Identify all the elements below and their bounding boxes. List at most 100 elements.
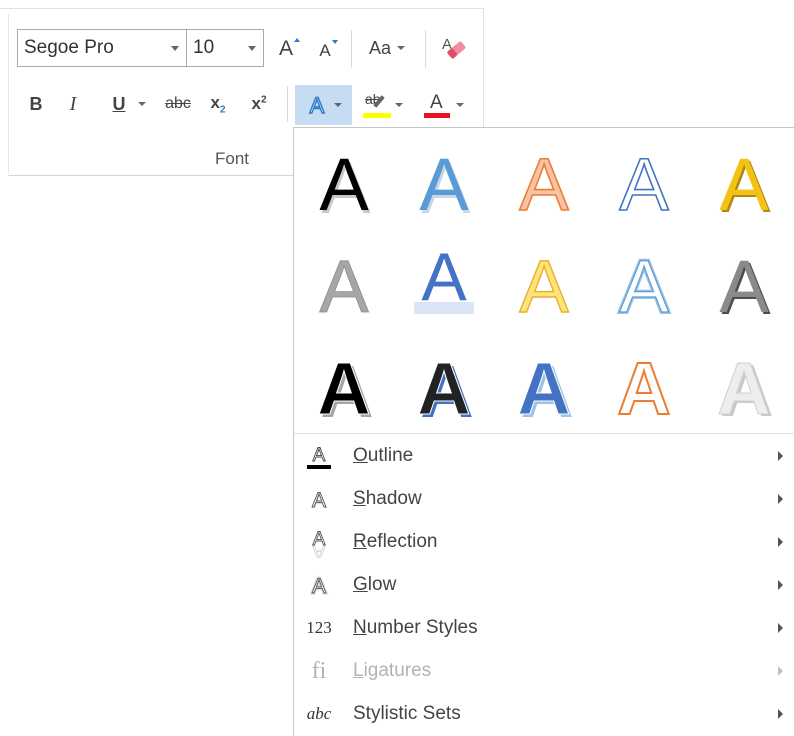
effect-style-1[interactable]: A A bbox=[294, 128, 394, 230]
preview-letter: A bbox=[317, 347, 370, 430]
svg-text:A: A bbox=[313, 445, 326, 466]
menu-item-stylistic-sets[interactable]: abc Stylistic Sets bbox=[294, 693, 794, 736]
font-size-combobox[interactable]: 10 bbox=[186, 29, 264, 67]
preview-letter: A bbox=[319, 143, 369, 226]
change-case-button[interactable]: Aa bbox=[358, 30, 416, 66]
effect-style-8[interactable]: A bbox=[494, 230, 594, 332]
text-effects-icon: A bbox=[309, 92, 325, 118]
menu-item-glow[interactable]: A A Glow bbox=[294, 564, 794, 607]
effect-style-3[interactable]: A bbox=[494, 128, 594, 230]
ribbon-divider bbox=[8, 14, 9, 174]
stylistic-sets-icon: abc bbox=[302, 699, 336, 729]
superscript-button[interactable]: x2 bbox=[243, 88, 275, 120]
italic-button[interactable]: I bbox=[60, 88, 86, 120]
text-effects-dropdown: A A A A A A A A A A A A A A A A A A A A … bbox=[293, 127, 794, 736]
text-effects-letter: A bbox=[310, 93, 325, 118]
access-key: L bbox=[353, 660, 364, 681]
effect-style-12[interactable]: A A bbox=[394, 332, 494, 434]
bold-button[interactable]: B bbox=[23, 88, 49, 120]
effect-style-13[interactable]: A A bbox=[494, 332, 594, 434]
chevron-down-icon[interactable] bbox=[171, 46, 179, 51]
strikethrough-button[interactable]: abc bbox=[160, 88, 196, 120]
shadow-icon: A A bbox=[302, 484, 336, 514]
chevron-down-icon bbox=[334, 103, 342, 107]
menu-label: Number Styles bbox=[353, 617, 478, 639]
label-text: Stylistic Sets bbox=[353, 703, 461, 724]
separator bbox=[425, 30, 426, 68]
effect-preview-icon: A A bbox=[517, 347, 574, 434]
bold-icon: B bbox=[29, 93, 43, 114]
font-color-button[interactable]: A bbox=[414, 88, 472, 122]
shrink-font-button[interactable]: A bbox=[309, 34, 341, 68]
separator bbox=[287, 86, 288, 122]
subscript-button[interactable]: x2 bbox=[202, 88, 234, 120]
menu-item-ligatures[interactable]: fi Ligatures bbox=[294, 650, 794, 693]
ligatures-icon: fi bbox=[302, 656, 336, 686]
preview-letter: A bbox=[717, 347, 770, 430]
subscript-mark: 2 bbox=[219, 104, 226, 116]
change-case-icon: Aa bbox=[368, 37, 392, 58]
effect-preview-icon: A bbox=[616, 346, 671, 431]
highlight-color-bar bbox=[363, 113, 391, 118]
menu-item-reflection[interactable]: A A Reflection bbox=[294, 521, 794, 564]
gallery-divider bbox=[294, 433, 794, 434]
effect-preview-icon: A bbox=[319, 245, 370, 329]
subscript-letter: x bbox=[210, 92, 220, 112]
svg-text:A: A bbox=[313, 541, 326, 558]
effect-style-15[interactable]: A A bbox=[694, 332, 794, 434]
effect-style-14[interactable]: A bbox=[594, 332, 694, 434]
number-styles-icon: 123 bbox=[302, 613, 336, 643]
effect-style-6[interactable]: A bbox=[294, 230, 394, 332]
effect-style-4[interactable]: A bbox=[594, 128, 694, 230]
text-highlight-button[interactable]: ab bbox=[355, 88, 411, 122]
ribbon-divider bbox=[0, 8, 484, 9]
outline-icon: A bbox=[302, 441, 336, 471]
stylistic-sets-glyph: abc bbox=[306, 704, 332, 723]
menu-item-number-styles[interactable]: 123 Number Styles bbox=[294, 607, 794, 650]
superscript-letter: x bbox=[251, 94, 261, 113]
underline-icon: U bbox=[112, 93, 126, 114]
access-key: S bbox=[353, 488, 366, 509]
chevron-right-icon bbox=[778, 580, 783, 590]
italic-icon: I bbox=[69, 92, 77, 115]
subscript-icon: x2 bbox=[210, 93, 225, 115]
effect-preview-icon: A bbox=[519, 244, 570, 328]
grow-font-button[interactable]: A bbox=[270, 32, 302, 66]
chevron-down-icon bbox=[395, 103, 403, 107]
menu-label: Shadow bbox=[353, 488, 422, 510]
clear-formatting-button[interactable]: A bbox=[434, 30, 474, 66]
effect-style-2[interactable]: A A bbox=[394, 128, 494, 230]
eraser-icon: A bbox=[442, 36, 466, 59]
chevron-right-icon bbox=[778, 666, 783, 676]
label-text: eflection bbox=[366, 531, 438, 552]
superscript-mark: 2 bbox=[260, 94, 267, 106]
underline-button[interactable]: U bbox=[100, 88, 158, 120]
chevron-right-icon bbox=[778, 494, 783, 504]
effect-style-9[interactable]: A A bbox=[594, 230, 694, 332]
preview-letter: A bbox=[519, 245, 569, 328]
font-name-combobox[interactable]: Segoe Pro bbox=[17, 29, 187, 67]
menu-item-shadow[interactable]: A A Shadow bbox=[294, 478, 794, 521]
preview-letter: A bbox=[319, 245, 369, 328]
menu-label: Glow bbox=[353, 574, 396, 596]
preview-letter: A bbox=[617, 347, 670, 430]
menu-item-outline[interactable]: A Outline bbox=[294, 435, 794, 478]
effect-style-11[interactable]: A A bbox=[294, 332, 394, 434]
effect-style-10[interactable]: A A bbox=[694, 230, 794, 332]
chevron-down-icon[interactable] bbox=[248, 46, 256, 51]
shrink-font-icon: A bbox=[319, 40, 339, 61]
chevron-down-icon bbox=[137, 102, 146, 106]
svg-text:A: A bbox=[312, 489, 326, 512]
preview-letter: A bbox=[419, 143, 469, 226]
access-key: G bbox=[353, 574, 368, 595]
text-effects-gallery: A A A A A A A A A A A A A A A A A A A A … bbox=[294, 128, 794, 434]
font-name-value: Segoe Pro bbox=[24, 37, 114, 58]
label-text: igatures bbox=[363, 660, 432, 681]
effect-style-5[interactable]: A A bbox=[694, 128, 794, 230]
group-label: Font bbox=[214, 149, 250, 168]
effect-style-7[interactable]: A bbox=[394, 230, 494, 332]
preview-letter: A bbox=[519, 143, 569, 226]
superscript-icon: x2 bbox=[251, 94, 266, 114]
text-effects-button[interactable]: A bbox=[295, 85, 352, 125]
chevron-down-icon bbox=[397, 46, 406, 50]
